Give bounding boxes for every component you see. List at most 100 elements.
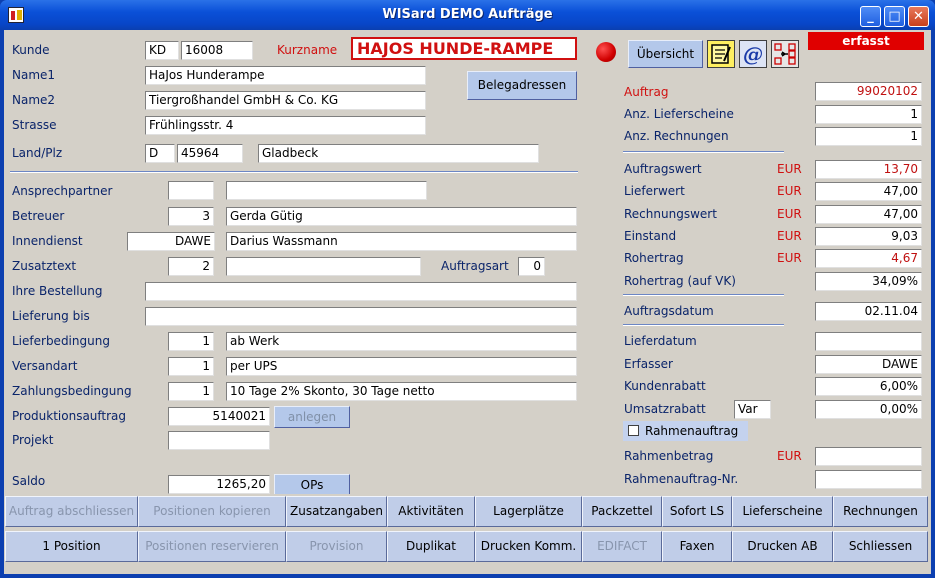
ort-field[interactable]: Gladbeck — [258, 144, 539, 163]
sofort-ls-button[interactable]: Sofort LS — [662, 496, 732, 527]
lieferbedingung-code-field[interactable]: 1 — [168, 332, 214, 351]
lieferscheine-count-label: Anz. Lieferscheine — [624, 107, 734, 121]
lieferwert-label: Lieferwert — [624, 184, 685, 198]
rahmenauftrag-nr-field[interactable] — [815, 470, 922, 489]
minimize-icon[interactable]: _ — [860, 6, 881, 27]
ops-button[interactable]: OPs — [274, 474, 350, 496]
kurzname-field[interactable]: HAJOS HUNDE-RAMPE — [351, 37, 577, 60]
rahmenbetrag-field[interactable] — [815, 447, 922, 466]
rechnungswert-field[interactable]: 47,00 — [815, 205, 922, 224]
auftragsdatum-field[interactable]: 02.11.04 — [815, 302, 922, 321]
drucken-ab-button[interactable]: Drucken AB — [732, 531, 833, 562]
ansprechpartner-label: Ansprechpartner — [12, 184, 113, 198]
auftragswert-currency: EUR — [777, 162, 802, 176]
lieferwert-currency: EUR — [777, 184, 802, 198]
auftragswert-field[interactable]: 13,70 — [815, 160, 922, 179]
umsatzrabatt-type-field[interactable]: Var — [734, 400, 771, 419]
versandart-code-field[interactable]: 1 — [168, 357, 214, 376]
kunde-label: Kunde — [12, 43, 50, 57]
einstand-field[interactable]: 9,03 — [815, 227, 922, 246]
provision-button[interactable]: Provision — [286, 531, 387, 562]
ansprechpartner-field[interactable] — [226, 181, 427, 200]
rohertrag-label: Rohertrag — [624, 251, 684, 265]
betreuer-field[interactable]: Gerda Gütig — [226, 207, 577, 226]
lieferbedingung-field[interactable]: ab Werk — [226, 332, 577, 351]
kunde-nr-field[interactable]: 16008 — [181, 41, 253, 60]
zusatztext-field[interactable] — [226, 257, 421, 276]
at-icon[interactable]: @ — [739, 40, 767, 68]
zahlungsbedingung-field[interactable]: 10 Tage 2% Skonto, 30 Tage netto — [226, 382, 577, 401]
auftrag-label: Auftrag — [624, 85, 669, 99]
positionen-reservieren-button[interactable]: Positionen reservieren — [138, 531, 286, 562]
schliessen-button[interactable]: Schliessen — [833, 531, 928, 562]
innendienst-code-field[interactable]: DAWE — [127, 232, 215, 251]
projekt-field[interactable] — [168, 431, 270, 450]
auftragsart-field[interactable]: 0 — [518, 257, 545, 276]
lieferdatum-label: Lieferdatum — [624, 334, 697, 348]
einstand-currency: EUR — [777, 229, 802, 243]
rahmenauftrag-checkbox-row[interactable]: Rahmenauftrag — [623, 421, 748, 441]
strasse-field[interactable]: Frühlingsstr. 4 — [145, 116, 426, 135]
close-icon[interactable]: ✕ — [908, 6, 929, 27]
auftrag-field[interactable]: 99020102 — [815, 82, 922, 101]
name1-field[interactable]: HaJos Hunderampe — [145, 66, 426, 85]
lieferwert-field[interactable]: 47,00 — [815, 182, 922, 201]
rahmenauftrag-checkbox[interactable] — [628, 425, 639, 436]
duplikat-button[interactable]: Duplikat — [387, 531, 475, 562]
bestellung-field[interactable] — [145, 282, 577, 301]
land-field[interactable]: D — [145, 144, 175, 163]
anlegen-button[interactable]: anlegen — [274, 406, 350, 428]
zahlungsbedingung-code-field[interactable]: 1 — [168, 382, 214, 401]
kunde-prefix-field[interactable]: KD — [145, 41, 179, 60]
auftragsart-label: Auftragsart — [441, 259, 509, 273]
note-icon[interactable] — [707, 40, 735, 68]
uebersicht-button[interactable]: Übersicht — [628, 40, 703, 68]
lieferscheine-count-field[interactable]: 1 — [815, 105, 922, 124]
window-title: WISard DEMO Aufträge — [382, 7, 553, 22]
zusatzangaben-button[interactable]: Zusatzangaben — [286, 496, 387, 527]
lieferscheine-button[interactable]: Lieferscheine — [732, 496, 833, 527]
zusatztext-code-field[interactable]: 2 — [168, 257, 214, 276]
tree-icon[interactable] — [771, 40, 799, 68]
belegadressen-button[interactable]: Belegadressen — [467, 71, 577, 100]
name2-label: Name2 — [12, 93, 56, 107]
rohertrag-currency: EUR — [777, 251, 802, 265]
saldo-field[interactable]: 1265,20 — [168, 475, 270, 494]
erfasser-label: Erfasser — [624, 357, 673, 371]
betreuer-code-field[interactable]: 3 — [168, 207, 214, 226]
aktivitaeten-button[interactable]: Aktivitäten — [387, 496, 475, 527]
position-button[interactable]: 1 Position — [5, 531, 138, 562]
strasse-label: Strasse — [12, 118, 57, 132]
edifact-button[interactable]: EDIFACT — [582, 531, 662, 562]
rechnungen-button[interactable]: Rechnungen — [833, 496, 928, 527]
faxen-button[interactable]: Faxen — [662, 531, 732, 562]
lagerplaetze-button[interactable]: Lagerplätze — [475, 496, 582, 527]
ansprechpartner-code-field[interactable] — [168, 181, 214, 200]
rechnungen-count-field[interactable]: 1 — [815, 127, 922, 146]
maximize-icon[interactable]: □ — [884, 6, 905, 27]
packzettel-button[interactable]: Packzettel — [582, 496, 662, 527]
versandart-field[interactable]: per UPS — [226, 357, 577, 376]
umsatzrabatt-field[interactable]: 0,00% — [815, 400, 922, 419]
auftrag-abschliessen-button[interactable]: Auftrag abschliessen — [5, 496, 138, 527]
positionen-kopieren-button[interactable]: Positionen kopieren — [138, 496, 286, 527]
lieferdatum-field[interactable] — [815, 332, 922, 351]
name2-field[interactable]: Tiergroßhandel GmbH & Co. KG — [145, 91, 426, 110]
title-bar[interactable]: WISard DEMO Aufträge _ □ ✕ — [0, 0, 935, 30]
saldo-label: Saldo — [12, 474, 46, 488]
lieferung-bis-field[interactable] — [145, 307, 577, 326]
rechnungswert-label: Rechnungswert — [624, 207, 717, 221]
kundenrabatt-field[interactable]: 6,00% — [815, 377, 922, 396]
erfasser-field[interactable]: DAWE — [815, 355, 922, 374]
rohertrag-vk-field[interactable]: 34,09% — [815, 272, 922, 291]
drucken-komm-button[interactable]: Drucken Komm. — [475, 531, 582, 562]
produktionsauftrag-field[interactable]: 5140021 — [168, 407, 270, 426]
rohertrag-field[interactable]: 4,67 — [815, 249, 922, 268]
auftragswert-label: Auftragswert — [624, 162, 702, 176]
column-separator — [589, 30, 591, 494]
plz-field[interactable]: 45964 — [177, 144, 243, 163]
svg-text:@: @ — [743, 42, 763, 66]
innendienst-field[interactable]: Darius Wassmann — [226, 232, 577, 251]
versandart-label: Versandart — [12, 359, 78, 373]
divider — [623, 294, 784, 296]
